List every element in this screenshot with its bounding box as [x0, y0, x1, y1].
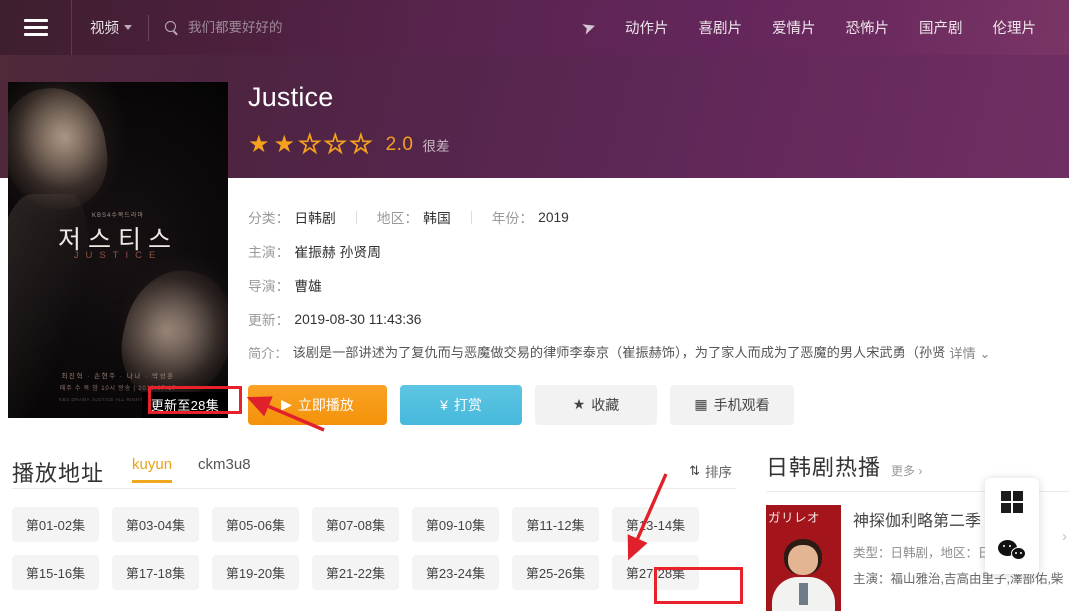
favorite-button[interactable]: ★ 收藏: [535, 385, 657, 425]
header-nav: ➤ 动作片 喜剧片 爱情片 恐怖片 国产剧 伦理片: [582, 17, 1069, 38]
star-icon-1: ★: [248, 133, 270, 157]
tip-button[interactable]: ¥ 打赏: [400, 385, 522, 425]
poster-image[interactable]: KBS4수목드라마 저스티스 JUSTICE 최진혁 · 손현주 · 나나 · …: [8, 82, 228, 418]
share-widget: [985, 478, 1039, 574]
action-buttons: ▶ 立即播放 ¥ 打赏 ★ 收藏 ▦ 手机观看: [248, 385, 1060, 425]
meta-divider-1: [356, 211, 357, 224]
nav-item-3[interactable]: 恐怖片: [831, 17, 905, 38]
tab-kuyun[interactable]: kuyun: [132, 456, 172, 483]
poster-air-line: 매주 수 목 밤 10시 방송 | 2019.07.17: [8, 383, 228, 392]
source-tabs: kuyun ckm3u8: [132, 456, 251, 488]
year-meta-value[interactable]: 2019: [538, 210, 569, 225]
search-icon: [165, 21, 179, 35]
star-icon: ★: [573, 396, 586, 413]
rating-text: 很差: [423, 135, 450, 155]
qrcode-icon: ▦: [694, 396, 707, 413]
director-label: 导演：: [248, 275, 289, 295]
description-text: 该剧是一部讲述为了复仇而与恶魔做交易的律师李泰京（崔振赫饰），为了家人而成为了恶…: [293, 343, 946, 363]
arrow-to-episode-27-28: [618, 468, 676, 566]
region-meta-label: 地区：: [377, 207, 418, 227]
rating-row: ★ ★ ★ ★ ★ 2.0 很差: [248, 133, 1060, 157]
search-box[interactable]: [149, 20, 582, 35]
star-icon-3: ★: [299, 133, 321, 157]
chevron-right-icon: ›: [1062, 528, 1067, 545]
nav-item-5[interactable]: 伦理片: [978, 17, 1052, 38]
description-expand-link[interactable]: 详情 ⌄: [949, 343, 990, 362]
sidebar-title: 日韩剧热播: [766, 450, 881, 482]
site-header: 视频 ➤ 动作片 喜剧片 爱情片 恐怖片 国产剧 伦理片: [0, 0, 1069, 55]
play-section-title: 播放地址: [12, 456, 104, 488]
rating-score: 2.0: [386, 134, 414, 156]
region-meta-value[interactable]: 韩国: [423, 207, 451, 227]
page-title: Justice: [248, 82, 1060, 113]
yen-icon: ¥: [440, 397, 448, 413]
detail-info: Justice ★ ★ ★ ★ ★ 2.0 很差 分类： 日韩剧 地区： 韩国 …: [248, 82, 1060, 425]
tab-ckm3u8[interactable]: ckm3u8: [198, 456, 251, 483]
star-icon-2: ★: [274, 133, 296, 157]
poster-network-line: KBS4수목드라마: [8, 210, 228, 219]
wechat-icon: [998, 540, 1026, 560]
nav-item-1[interactable]: 喜剧片: [684, 17, 758, 38]
year-meta-label: 年份：: [492, 207, 533, 227]
category-dropdown[interactable]: 视频: [72, 0, 148, 55]
nav-item-0[interactable]: 动作片: [610, 17, 684, 38]
episode-button[interactable]: 第05-06集: [212, 507, 299, 542]
nav-item-4[interactable]: 国产剧: [904, 17, 978, 38]
episode-button[interactable]: 第11-12集: [512, 507, 599, 542]
meta-row-primary: 分类： 日韩剧 地区： 韩国 年份： 2019: [248, 207, 1060, 227]
chevron-down-icon: [124, 25, 132, 30]
episode-button[interactable]: 第17-18集: [112, 555, 199, 590]
search-input[interactable]: [188, 20, 448, 35]
meta-row-description: 简介： 该剧是一部讲述为了复仇而与恶魔做交易的律师李泰京（崔振赫饰），为了家人而…: [248, 343, 1060, 363]
poster-artwork: KBS4수목드라마 저스티스 JUSTICE 최진혁 · 손현주 · 나나 · …: [8, 82, 228, 418]
update-label: 更新：: [248, 309, 289, 329]
mobile-watch-label: 手机观看: [714, 395, 770, 415]
episode-button[interactable]: 第21-22集: [312, 555, 399, 590]
meta-row-update: 更新： 2019-08-30 11:43:36: [248, 309, 1060, 329]
sidebar-more-link[interactable]: 更多 ›: [891, 462, 922, 479]
nav-item-2[interactable]: 爱情片: [757, 17, 831, 38]
star-icon-5: ★: [350, 133, 372, 157]
director-value[interactable]: 曹雄: [294, 275, 322, 295]
actors-label: 主演：: [248, 241, 289, 261]
menu-button[interactable]: [0, 0, 72, 55]
episode-button[interactable]: 第09-10集: [412, 507, 499, 542]
update-badge: 更新至28集: [142, 392, 228, 418]
poster-english-title: JUSTICE: [8, 250, 228, 261]
poster-cast-line: 최진혁 · 손현주 · 나나 · 박성훈: [8, 370, 228, 380]
episode-button[interactable]: 第07-08集: [312, 507, 399, 542]
wechat-share-button[interactable]: [985, 526, 1039, 574]
mobile-watch-button[interactable]: ▦ 手机观看: [670, 385, 794, 425]
sort-button[interactable]: ⇅ 排序: [689, 461, 732, 481]
meta-row-actors: 主演： 崔振赫 孙贤周: [248, 241, 1060, 261]
arrow-to-update-badge: [240, 392, 330, 434]
meta-block: 分类： 日韩剧 地区： 韩国 年份： 2019 主演： 崔振赫 孙贤周 导演： …: [248, 207, 1060, 363]
meta-divider-2: [471, 211, 472, 224]
description-label: 简介：: [248, 343, 288, 362]
episode-button[interactable]: 第03-04集: [112, 507, 199, 542]
actors-value[interactable]: 崔振赫 孙贤周: [294, 241, 381, 261]
episode-button[interactable]: 第23-24集: [412, 555, 499, 590]
favorite-label: 收藏: [591, 395, 619, 415]
episode-button[interactable]: 第19-20集: [212, 555, 299, 590]
thumbnail-title-text: ガリレオ: [768, 507, 820, 526]
sort-icon: ⇅: [689, 463, 700, 479]
update-value: 2019-08-30 11:43:36: [294, 312, 421, 327]
category-label: 视频: [90, 17, 119, 38]
thumbnail: ガリレオ: [766, 505, 841, 611]
meta-row-director: 导演： 曹雄: [248, 275, 1060, 295]
windows-icon: [1001, 491, 1023, 513]
category-meta-label: 分类：: [248, 207, 289, 227]
tip-label: 打赏: [454, 395, 482, 415]
episode-button[interactable]: 第25-26集: [512, 555, 599, 590]
star-icon-4: ★: [325, 133, 347, 157]
paper-plane-icon[interactable]: ➤: [579, 16, 599, 39]
category-meta-value[interactable]: 日韩剧: [294, 207, 335, 227]
hamburger-icon: [24, 15, 48, 40]
sort-label: 排序: [705, 461, 732, 481]
windows-share-button[interactable]: [985, 478, 1039, 526]
episode-button[interactable]: 第01-02集: [12, 507, 99, 542]
episode-button[interactable]: 第15-16集: [12, 555, 99, 590]
page-root: 视频 ➤ 动作片 喜剧片 爱情片 恐怖片 国产剧 伦理片 KBS4수목드라마 저…: [0, 0, 1069, 616]
